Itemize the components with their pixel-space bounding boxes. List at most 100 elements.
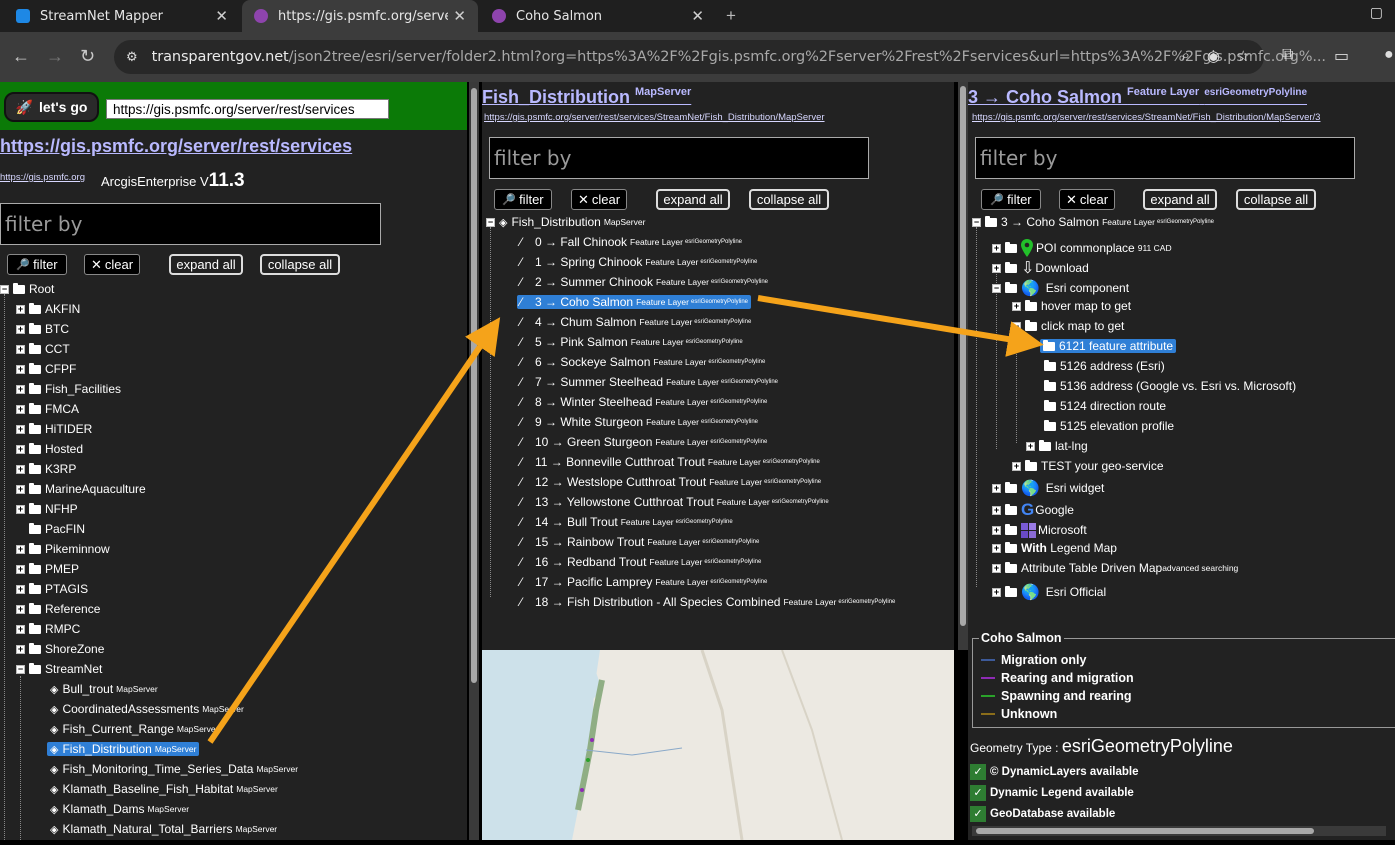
layer-item[interactable]: ⁄ 0 → Fall Chinook Feature Layer esriGeomet… — [520, 233, 742, 251]
tree-item-microsoft[interactable]: + Microsoft — [992, 519, 1087, 541]
layer-item[interactable]: ⁄ 13 → Yellowstone Cutthroat Trout Feature… — [520, 493, 829, 511]
layer-item[interactable]: ⁄ 1 → Spring Chinook Feature Layer esriGeom… — [520, 253, 757, 271]
layer-item[interactable]: ⁄ 6 → Sockeye Salmon Feature Layer esriGeom… — [520, 353, 765, 371]
layer-item[interactable]: ⁄ 16 → Redband Trout Feature Layer esriGeom… — [520, 553, 761, 571]
layer-item[interactable]: ⁄ 11 → Bonneville Cutthroat Trout Feature … — [520, 453, 820, 471]
collapse-icon[interactable]: − — [1012, 321, 1021, 331]
left-scrollbar[interactable] — [469, 82, 479, 840]
expand-icon[interactable]: + — [16, 544, 25, 554]
eye-off-icon[interactable]: ◉ — [1207, 47, 1220, 65]
tree-item-feature-attribute[interactable]: 6121 feature attribute — [1040, 337, 1177, 355]
folder-item[interactable]: + CFPF — [16, 360, 76, 378]
tab-coho-salmon[interactable]: Coho Salmon ✕ — [480, 0, 716, 32]
back-icon[interactable]: ← — [12, 46, 30, 67]
collapse-icon[interactable]: − — [486, 217, 495, 227]
layer-item[interactable]: ⁄ 8 → Winter Steelhead Feature Layer esriGe… — [520, 393, 767, 411]
layer-item[interactable]: ⁄ 18 → Fish Distribution - All Species Co… — [520, 593, 895, 611]
profile-icon[interactable]: ● — [1384, 46, 1394, 64]
middle-expand-all-button[interactable]: expand all — [656, 189, 730, 210]
right-filter-input[interactable]: filter by — [975, 137, 1355, 179]
expand-icon[interactable]: + — [16, 304, 25, 314]
forward-icon[interactable]: → — [46, 46, 64, 67]
service-item[interactable]: ◈ CoordinatedAssessments MapServer — [50, 700, 244, 718]
collapse-icon[interactable]: − — [992, 283, 1001, 293]
close-tab-icon[interactable]: ✕ — [215, 7, 228, 25]
folder-item[interactable]: + ShoreZone — [16, 640, 104, 658]
expand-icon[interactable]: + — [16, 344, 25, 354]
expand-icon[interactable]: + — [16, 464, 25, 474]
expand-icon[interactable]: + — [992, 543, 1001, 553]
tree-item-address-esri[interactable]: 5126 address (Esri) — [1044, 357, 1165, 375]
expand-icon[interactable]: + — [1026, 441, 1035, 451]
folder-item[interactable]: + K3RP — [16, 460, 76, 478]
expand-icon[interactable]: + — [16, 444, 25, 454]
folder-item[interactable]: + BTC — [16, 320, 69, 338]
expand-icon[interactable]: + — [16, 484, 25, 494]
layer-item[interactable]: ⁄ 9 → White Sturgeon Feature Layer esriGeom… — [520, 413, 758, 431]
mapserver-title-link[interactable]: Fish_Distribution MapServer — [482, 86, 691, 108]
folder-item[interactable]: + HiTIDER — [16, 420, 92, 438]
layer-item[interactable]: ⁄ 12 → Westslope Cutthroat Trout Feature L… — [520, 473, 821, 491]
service-item[interactable]: ◈ Fish_Distribution MapServer — [47, 740, 200, 758]
right-clear-button[interactable]: ✕ clear — [1059, 189, 1115, 210]
tree-item-google[interactable]: + G Google — [992, 499, 1074, 521]
layer-item[interactable]: ⁄ 2 → Summer Chinook Feature Layer esriGeom… — [520, 273, 768, 291]
middle-clear-button[interactable]: ✕ clear — [571, 189, 627, 210]
tree-item-hover[interactable]: + hover map to get — [1012, 297, 1131, 315]
expand-icon[interactable]: + — [16, 404, 25, 414]
folder-item[interactable]: + Pikeminnow — [16, 540, 110, 558]
lets-go-button[interactable]: 🚀 let's go — [4, 92, 99, 122]
expand-icon[interactable]: + — [16, 324, 25, 334]
service-item[interactable]: ◈ Fish_Current_Range MapServer — [50, 720, 218, 738]
layer-title-link[interactable]: 3 → Coho Salmon Feature Layer esriGeomet… — [968, 86, 1307, 108]
tree-root[interactable]: − Root — [0, 280, 54, 298]
service-item[interactable]: ◈ Klamath_Natural_Total_Barriers MapServer — [50, 820, 277, 838]
service-item[interactable]: ◈ Klamath_Dams MapServer — [50, 800, 189, 818]
folder-item[interactable]: + PMEP — [16, 560, 79, 578]
service-item[interactable]: ◈ Fish_Monitoring_Time_Series_Data MapServ… — [50, 760, 298, 778]
cast-icon[interactable]: ▭ — [1334, 46, 1349, 66]
tree-item-poi[interactable]: + POI commonplace 911 CAD — [992, 237, 1172, 259]
right-expand-all-button[interactable]: expand all — [1143, 189, 1217, 210]
tree-item-attr-table[interactable]: + Attribute Table Driven Map advanced sear… — [992, 559, 1238, 577]
layer-item[interactable]: ⁄ 10 → Green Sturgeon Feature Layer esriGeo… — [520, 433, 767, 451]
folder-item[interactable]: + NFHP — [16, 500, 78, 518]
bookmark-star-icon[interactable]: ☆ — [1237, 47, 1250, 65]
tree-item-esri-official[interactable]: + 🌎 Esri Official — [992, 581, 1106, 603]
expand-icon[interactable]: + — [992, 525, 1001, 535]
middle-filter-button[interactable]: 🔎 filter — [494, 189, 552, 210]
layer-root[interactable]: − 3 → Coho Salmon Feature Layer esriGeometr… — [972, 213, 1214, 231]
address-bar[interactable]: ⚙ transparentgov.net/json2tree/esri/serv… — [114, 40, 1326, 74]
layer-link[interactable]: https://gis.psmfc.org/server/rest/servic… — [972, 112, 1320, 123]
expand-icon[interactable]: + — [992, 563, 1001, 573]
folder-item[interactable]: + MarineAquaculture — [16, 480, 146, 498]
folder-item[interactable]: PacFIN — [16, 520, 85, 538]
mapserver-link[interactable]: https://gis.psmfc.org/server/rest/servic… — [484, 112, 825, 123]
mapserver-root[interactable]: − ◈ Fish_Distribution MapServer — [486, 213, 645, 231]
collapse-icon[interactable]: − — [16, 664, 25, 674]
zoom-icon[interactable]: ⌕ — [1182, 47, 1190, 64]
service-item[interactable]: ◈ Klamath_Baseline_Fish_Habitat MapServer — [50, 780, 278, 798]
layer-item[interactable]: ⁄ 17 → Pacific Lamprey Feature Layer esriGe… — [520, 573, 767, 591]
map-view[interactable] — [482, 650, 954, 840]
expand-icon[interactable]: + — [16, 384, 25, 394]
expand-icon[interactable]: + — [992, 483, 1001, 493]
expand-icon[interactable]: + — [1012, 461, 1021, 471]
layer-item[interactable]: ⁄ 15 → Rainbow Trout Feature Layer esriGeom… — [520, 533, 759, 551]
expand-icon[interactable]: + — [16, 364, 25, 374]
close-tab-icon[interactable]: ✕ — [691, 7, 704, 25]
middle-filter-input[interactable]: filter by — [489, 137, 869, 179]
new-tab-icon[interactable]: + — [726, 6, 736, 26]
tree-item-with-legend[interactable]: + With Legend Map — [992, 539, 1117, 557]
middle-scrollbar[interactable] — [958, 82, 968, 650]
expand-icon[interactable]: + — [992, 587, 1001, 597]
tree-item-esri-widget[interactable]: + 🌎 Esri widget — [992, 477, 1104, 499]
folder-item[interactable]: + Reference — [16, 600, 100, 618]
layer-item[interactable]: ⁄ 14 → Bull Trout Feature Layer esriGeometr… — [520, 513, 733, 531]
folder-item[interactable]: + AKFIN — [16, 300, 80, 318]
close-tab-icon[interactable]: ✕ — [453, 7, 466, 25]
reload-icon[interactable]: ↻ — [80, 46, 95, 67]
tree-item-direction-route[interactable]: 5124 direction route — [1044, 397, 1166, 415]
expand-icon[interactable]: + — [16, 624, 25, 634]
server-title-link[interactable]: https://gis.psmfc.org/server/rest/servic… — [0, 136, 352, 157]
